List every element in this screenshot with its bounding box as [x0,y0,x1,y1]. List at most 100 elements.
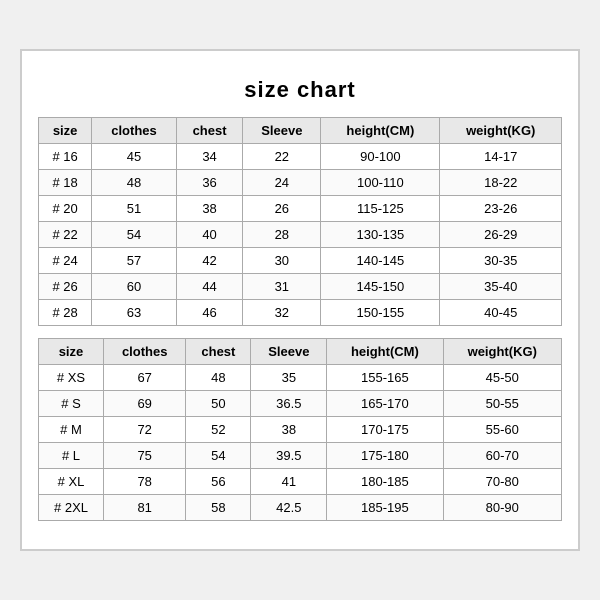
table-cell: 46 [176,300,243,326]
table-cell: 75 [103,443,185,469]
table-cell: 45 [92,144,177,170]
column-header: Sleeve [243,118,321,144]
table-cell: 67 [103,365,185,391]
table-cell: 55-60 [443,417,561,443]
table-cell: # XL [39,469,104,495]
table-cell: 48 [186,365,251,391]
table-cell: # 2XL [39,495,104,521]
table-cell: 44 [176,274,243,300]
table-cell: 180-185 [327,469,443,495]
table-cell: # 20 [39,196,92,222]
table-cell: 81 [103,495,185,521]
table-cell: 38 [176,196,243,222]
size-chart-container: size chart sizeclotheschestSleeveheight(… [20,49,580,551]
table-cell: 23-26 [440,196,562,222]
table-cell: 72 [103,417,185,443]
table-cell: 80-90 [443,495,561,521]
chart-title: size chart [38,67,562,117]
column-header: clothes [92,118,177,144]
table-cell: 22 [243,144,321,170]
table-cell: # 22 [39,222,92,248]
table-cell: # M [39,417,104,443]
table-cell: 26 [243,196,321,222]
table-cell: 36.5 [251,391,327,417]
table-row: # XS674835155-16545-50 [39,365,562,391]
column-header: chest [176,118,243,144]
table-cell: # 24 [39,248,92,274]
table-row: # M725238170-17555-60 [39,417,562,443]
column-header: clothes [103,339,185,365]
table-row: # 2XL815842.5185-19580-90 [39,495,562,521]
table-cell: 26-29 [440,222,562,248]
table-row: # 26604431145-15035-40 [39,274,562,300]
table-row: # 1645342290-10014-17 [39,144,562,170]
table-cell: 155-165 [327,365,443,391]
table-cell: # L [39,443,104,469]
column-header: weight(KG) [443,339,561,365]
table-cell: # 26 [39,274,92,300]
table-row: # 24574230140-14530-35 [39,248,562,274]
table-row: # 28634632150-15540-45 [39,300,562,326]
table-cell: 54 [186,443,251,469]
table-cell: 35-40 [440,274,562,300]
table-cell: 63 [92,300,177,326]
table-cell: 40 [176,222,243,248]
column-header: Sleeve [251,339,327,365]
table-cell: 90-100 [321,144,440,170]
table-cell: 54 [92,222,177,248]
table-cell: 48 [92,170,177,196]
table-cell: 41 [251,469,327,495]
table-cell: 45-50 [443,365,561,391]
table-cell: 145-150 [321,274,440,300]
table-cell: 34 [176,144,243,170]
table-cell: 100-110 [321,170,440,196]
table-cell: 35 [251,365,327,391]
table-row: # S695036.5165-17050-55 [39,391,562,417]
table-cell: 130-135 [321,222,440,248]
table-cell: # 18 [39,170,92,196]
table-cell: 140-145 [321,248,440,274]
table-row: # 20513826115-12523-26 [39,196,562,222]
table-cell: 14-17 [440,144,562,170]
column-header: chest [186,339,251,365]
size-table-2: sizeclotheschestSleeveheight(CM)weight(K… [38,338,562,521]
table-cell: # S [39,391,104,417]
column-header: height(CM) [321,118,440,144]
table-cell: 115-125 [321,196,440,222]
table-cell: 42.5 [251,495,327,521]
table-cell: 175-180 [327,443,443,469]
table-cell: 39.5 [251,443,327,469]
table-cell: 42 [176,248,243,274]
table-cell: # 16 [39,144,92,170]
table-cell: 78 [103,469,185,495]
table-cell: 28 [243,222,321,248]
table-cell: 32 [243,300,321,326]
column-header: weight(KG) [440,118,562,144]
table-cell: 170-175 [327,417,443,443]
table-cell: 70-80 [443,469,561,495]
column-header: size [39,118,92,144]
table-cell: 60 [92,274,177,300]
table-cell: 60-70 [443,443,561,469]
table-cell: 57 [92,248,177,274]
table-cell: 52 [186,417,251,443]
table-row: # 22544028130-13526-29 [39,222,562,248]
table-row: # L755439.5175-18060-70 [39,443,562,469]
table-cell: 38 [251,417,327,443]
table-cell: 51 [92,196,177,222]
table-cell: 30-35 [440,248,562,274]
table-cell: 31 [243,274,321,300]
table-cell: 56 [186,469,251,495]
table-cell: 40-45 [440,300,562,326]
table-cell: 69 [103,391,185,417]
table-cell: 50 [186,391,251,417]
table-cell: 50-55 [443,391,561,417]
table-cell: 36 [176,170,243,196]
table-cell: 58 [186,495,251,521]
table-row: # 18483624100-11018-22 [39,170,562,196]
table-cell: # XS [39,365,104,391]
table-cell: # 28 [39,300,92,326]
table-cell: 24 [243,170,321,196]
column-header: size [39,339,104,365]
table-row: # XL785641180-18570-80 [39,469,562,495]
